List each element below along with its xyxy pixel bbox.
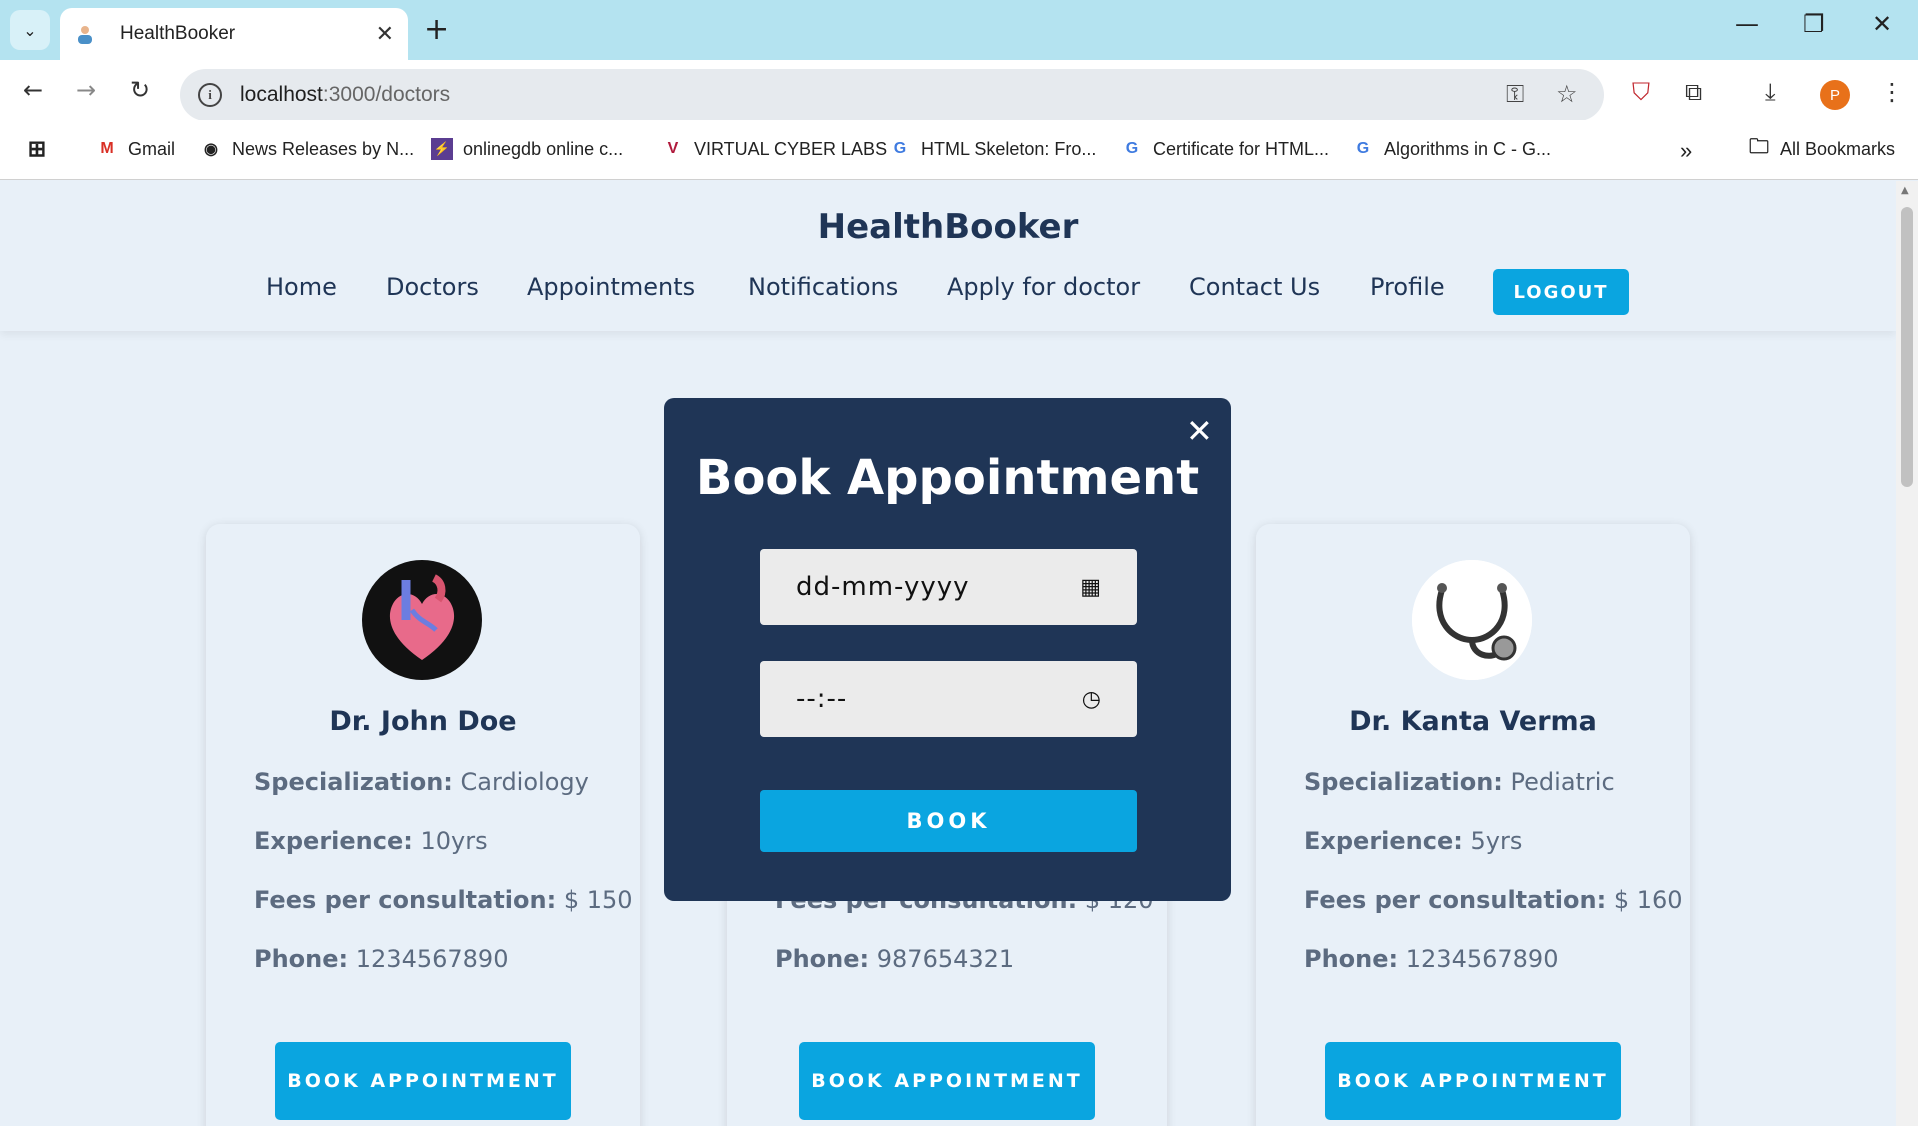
minimize-icon[interactable]: — — [1735, 10, 1759, 38]
google-icon: G — [893, 140, 907, 157]
doctor-name: Dr. John Doe — [329, 706, 517, 737]
scroll-up-icon[interactable]: ▲ — [1901, 185, 1909, 196]
nav-notifications[interactable]: Notifications — [748, 273, 898, 301]
forward-icon[interactable]: → — [68, 72, 104, 108]
calendar-icon[interactable]: ▦ — [1080, 575, 1101, 600]
stethoscope-image — [1412, 560, 1532, 680]
clock-icon[interactable]: ◷ — [1082, 687, 1101, 712]
date-input[interactable]: dd-mm-yyyy ▦ — [760, 549, 1137, 625]
brand-title: HealthBooker — [817, 207, 1079, 247]
bookmark-algorithms[interactable]: G Algorithms in C - G... — [1352, 138, 1551, 160]
time-input[interactable]: --:-- ◷ — [760, 661, 1137, 737]
profile-avatar[interactable]: P — [1820, 80, 1850, 110]
key-icon[interactable]: ⚿ — [1506, 80, 1524, 108]
new-tab-button[interactable]: + — [424, 12, 449, 47]
more-bookmarks-icon[interactable]: » — [1680, 138, 1692, 164]
modal-title: Book Appointment — [695, 450, 1200, 506]
book-appointment-button[interactable]: BOOK APPOINTMENT — [1325, 1042, 1621, 1120]
time-placeholder: --:-- — [796, 684, 848, 714]
close-icon[interactable]: ✕ — [1186, 412, 1213, 450]
heart-image — [362, 560, 482, 680]
specialization-row: Specialization: Pediatric — [1304, 768, 1615, 796]
all-bookmarks[interactable]: 🗀 All Bookmarks — [1748, 136, 1895, 160]
cyber-labs-icon: V — [667, 140, 679, 157]
url-path: :3000/doctors — [322, 83, 451, 106]
apps-grid-icon[interactable]: ⊞ — [26, 136, 58, 161]
close-tab-icon[interactable]: ✕ — [376, 22, 394, 47]
close-window-icon[interactable]: ✕ — [1872, 10, 1892, 38]
back-icon[interactable]: ← — [15, 72, 51, 108]
chevron-down-icon: ⌄ — [23, 20, 37, 40]
download-icon[interactable]: ⤓ — [1765, 78, 1776, 106]
onlinegdb-icon: ⚡ — [431, 138, 453, 160]
tab-title: HealthBooker — [120, 23, 236, 44]
doctor-card: Dr. John Doe Specialization: Cardiology … — [206, 524, 640, 1126]
date-placeholder: dd-mm-yyyy — [796, 572, 970, 602]
nav-appointments[interactable]: Appointments — [527, 273, 695, 301]
extension-shield-icon[interactable]: ⛉ — [1632, 78, 1650, 106]
extensions-puzzle-icon[interactable]: ⧉ — [1685, 78, 1702, 106]
experience-row: Experience: 5yrs — [1304, 827, 1523, 855]
nav-doctors[interactable]: Doctors — [386, 273, 479, 301]
site-header: HealthBooker Home Doctors Appointments N… — [0, 181, 1896, 331]
star-icon[interactable]: ☆ — [1556, 80, 1578, 108]
page-content: HealthBooker Home Doctors Appointments N… — [0, 181, 1896, 1126]
restore-icon[interactable]: ❐ — [1803, 10, 1825, 38]
doctor-card: Dr. Kanta Verma Specialization: Pediatri… — [1256, 524, 1690, 1126]
specialization-row: Specialization: Cardiology — [254, 768, 589, 796]
folder-icon: 🗀 — [1749, 136, 1769, 158]
browser-tab[interactable]: HealthBooker ✕ — [60, 8, 408, 60]
scrollbar-thumb[interactable] — [1901, 207, 1913, 487]
google-icon: G — [1125, 140, 1139, 157]
book-appointment-modal: ✕ Book Appointment dd-mm-yyyy ▦ --:-- ◷ … — [664, 398, 1231, 901]
gmail-icon: M — [100, 140, 114, 157]
doctor-name: Dr. Kanta Verma — [1349, 706, 1597, 737]
bookmark-news[interactable]: ◉ News Releases by N... — [200, 138, 414, 160]
fees-row: Fees per consultation: $ 150 — [254, 886, 633, 914]
nav-home[interactable]: Home — [266, 273, 337, 301]
page-scrollbar[interactable]: ▲ — [1896, 181, 1918, 1126]
url-host: localhost — [240, 83, 323, 106]
experience-row: Experience: 10yrs — [254, 827, 488, 855]
nav-apply-for-doctor[interactable]: Apply for doctor — [947, 273, 1140, 301]
bookmark-certificate[interactable]: G Certificate for HTML... — [1121, 138, 1329, 160]
nav-contact-us[interactable]: Contact Us — [1189, 273, 1320, 301]
menu-kebab-icon[interactable]: ⋮ — [1880, 78, 1904, 106]
phone-row: Phone: 1234567890 — [254, 945, 509, 973]
doctor-favicon-icon — [74, 23, 96, 45]
nav-profile[interactable]: Profile — [1370, 273, 1445, 301]
fees-row: Fees per consultation: $ 160 — [1304, 886, 1683, 914]
logout-button[interactable]: LOGOUT — [1493, 269, 1629, 315]
book-button[interactable]: BOOK — [760, 790, 1137, 852]
bookmark-html-skeleton[interactable]: G HTML Skeleton: Fro... — [889, 138, 1097, 160]
bookmark-cyber-labs[interactable]: V VIRTUAL CYBER LABS — [662, 138, 887, 160]
phone-row: Phone: 1234567890 — [1304, 945, 1559, 973]
site-info-icon[interactable]: i — [198, 83, 222, 107]
book-appointment-button[interactable]: BOOK APPOINTMENT — [799, 1042, 1095, 1120]
reload-icon[interactable]: ↻ — [122, 72, 158, 108]
news-icon: ◉ — [204, 141, 218, 158]
address-bar[interactable]: i localhost :3000/doctors — [180, 69, 1604, 121]
bookmark-gmail[interactable]: M Gmail — [96, 138, 175, 160]
bookmark-onlinegdb[interactable]: ⚡ onlinegdb online c... — [431, 138, 623, 160]
phone-row: Phone: 987654321 — [775, 945, 1015, 973]
book-appointment-button[interactable]: BOOK APPOINTMENT — [275, 1042, 571, 1120]
google-icon: G — [1356, 140, 1370, 157]
tab-search-button[interactable]: ⌄ — [10, 10, 50, 50]
